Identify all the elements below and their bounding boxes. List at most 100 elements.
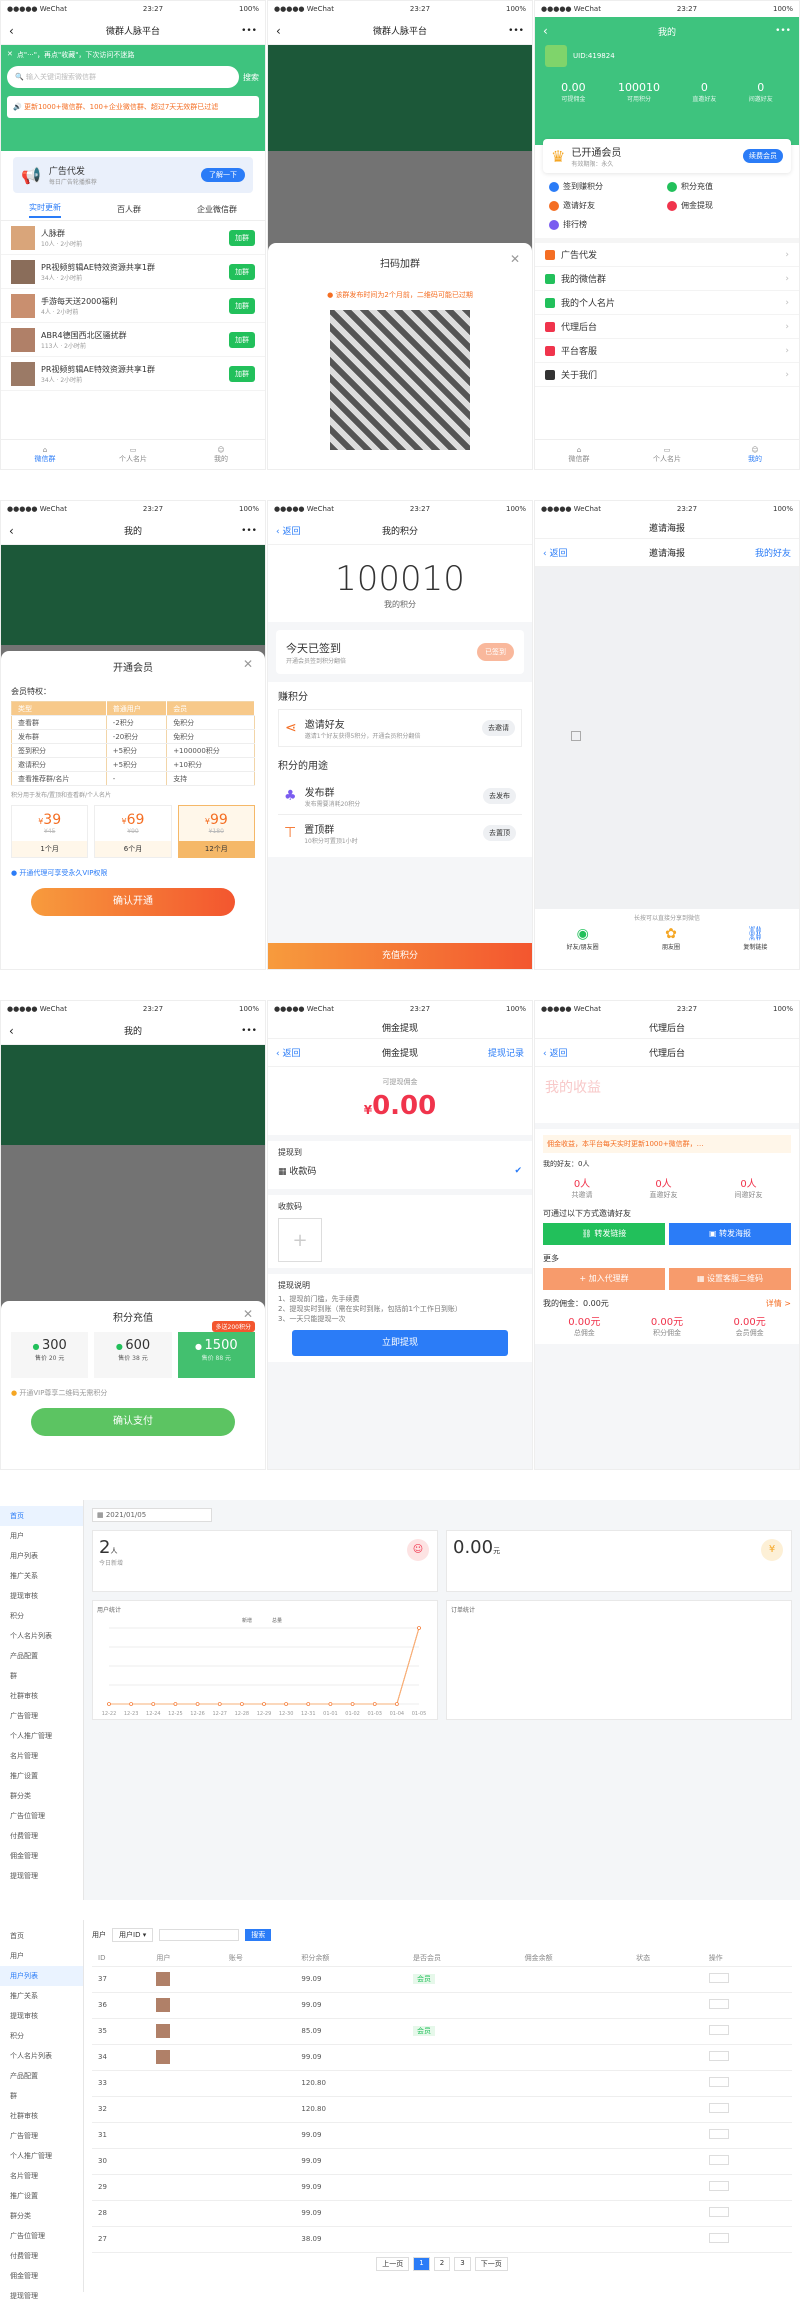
set-qr-button[interactable]: ▦ 设置客服二维码: [669, 1268, 791, 1290]
menu-item[interactable]: 平台客服 ›: [535, 339, 799, 363]
back-icon[interactable]: ‹: [543, 24, 548, 38]
my-friends-link[interactable]: 我的好友: [755, 546, 791, 559]
list-item[interactable]: PR视频剪辑AE特效资源共享1群 34人 · 2小时前 加群: [1, 255, 265, 289]
sidebar-item[interactable]: 群分类: [0, 2206, 83, 2226]
close-icon[interactable]: ✕: [510, 252, 520, 266]
share-poster-button[interactable]: ▣ 转发海报: [669, 1223, 791, 1245]
join-button[interactable]: 加群: [229, 229, 255, 246]
recharge-option[interactable]: ● 1500 售价 88 元: [177, 1332, 255, 1378]
top-button[interactable]: 去置顶: [483, 825, 516, 841]
sidebar-item[interactable]: 产品配置: [0, 2066, 83, 2086]
sidebar-item[interactable]: 用户: [0, 1946, 83, 1966]
sidebar-item[interactable]: 佣金管理: [0, 2266, 83, 2286]
share-copy-link[interactable]: ⛓ 复制链接: [743, 926, 767, 951]
sidebar-item[interactable]: 推广关系: [0, 1566, 83, 1586]
sidebar-item[interactable]: 首页: [0, 1926, 83, 1946]
details-link[interactable]: 详情 >: [766, 1298, 791, 1309]
sidebar-item[interactable]: 用户: [0, 1526, 83, 1546]
search-input[interactable]: 🔍 输入关键词搜索微信群: [7, 66, 239, 88]
tab-realtime[interactable]: 实时更新: [29, 202, 61, 218]
back-link[interactable]: ‹ 返回: [543, 546, 567, 559]
grid-item[interactable]: 邀请好友: [549, 200, 667, 211]
back-icon[interactable]: ‹: [9, 24, 14, 38]
agree[interactable]: ● 开通代理可享受永久VIP权限: [11, 868, 255, 878]
sidebar-item[interactable]: 社群审核: [0, 1686, 83, 1706]
sidebar-item[interactable]: 广告管理: [0, 2126, 83, 2146]
plan-option[interactable]: ¥39 ¥45 1个月: [11, 805, 89, 858]
sidebar-item[interactable]: 个人名片列表: [0, 2046, 83, 2066]
menu-item[interactable]: 我的个人名片 ›: [535, 291, 799, 315]
back-link[interactable]: ‹ 返回: [276, 524, 300, 537]
menu-item[interactable]: 关于我们 ›: [535, 363, 799, 387]
sidebar-item[interactable]: 佣金管理: [0, 1846, 83, 1866]
edit-button[interactable]: [708, 2181, 729, 2191]
recharge-button[interactable]: 充值积分: [268, 943, 532, 969]
invite-button[interactable]: 去邀请: [482, 720, 515, 736]
page-link[interactable]: 2: [433, 2256, 451, 2271]
stat-item[interactable]: 100010 可用积分: [618, 81, 660, 103]
sidebar-item[interactable]: 个人推广管理: [0, 2146, 83, 2166]
ad-banner[interactable]: 📢 广告代发 每日广告轮播推荐 了解一下: [13, 157, 253, 193]
sidebar-item[interactable]: 广告管理: [0, 1706, 83, 1726]
edit-button[interactable]: [708, 2129, 729, 2139]
filter-select[interactable]: 用户ID ▾: [112, 1928, 154, 1942]
sidebar-item[interactable]: 提现管理: [0, 1866, 83, 1886]
list-item[interactable]: ABR4德国西北区骚扰群 113人 · 2小时前 加群: [1, 323, 265, 357]
more-icon[interactable]: •••: [241, 526, 257, 536]
sidebar-item[interactable]: 付费管理: [0, 1826, 83, 1846]
back-icon[interactable]: ‹: [276, 24, 281, 38]
withdraw-button[interactable]: 立即提现: [292, 1330, 508, 1356]
page-link[interactable]: 下一页: [474, 2256, 508, 2271]
back-link[interactable]: ‹ 返回: [543, 1046, 567, 1059]
page-link[interactable]: 上一页: [376, 2256, 410, 2271]
sidebar-item[interactable]: 用户列表: [0, 1546, 83, 1566]
sidebar-item[interactable]: 社群审核: [0, 2106, 83, 2126]
share-wechat[interactable]: ◉ 好友/朋友圈: [567, 926, 599, 951]
avatar[interactable]: [545, 45, 567, 67]
vip-card[interactable]: ♛ 已开通会员 有效期限：永久 续费会员: [543, 139, 791, 173]
edit-button[interactable]: [708, 2233, 729, 2243]
sidebar-item[interactable]: 付费管理: [0, 2246, 83, 2266]
sidebar-item[interactable]: 提现管理: [0, 2286, 83, 2306]
stat-item[interactable]: 0 直邀好友: [692, 81, 716, 103]
join-button[interactable]: 加群: [229, 365, 255, 382]
tab-enterprise[interactable]: 企业微信群: [197, 204, 237, 215]
sidebar-item[interactable]: 群: [0, 1666, 83, 1686]
tab-hundred[interactable]: 百人群: [117, 204, 141, 215]
join-agent-button[interactable]: + 加入代理群: [543, 1268, 665, 1290]
close-icon[interactable]: ✕: [243, 657, 253, 671]
back-icon[interactable]: ‹: [9, 1024, 14, 1038]
sidebar-item[interactable]: 群: [0, 2086, 83, 2106]
back-link[interactable]: ‹ 返回: [276, 1046, 300, 1059]
grid-item[interactable]: 佣金提现: [667, 200, 785, 211]
back-icon[interactable]: ‹: [9, 524, 14, 538]
sidebar-item[interactable]: 广告位管理: [0, 1806, 83, 1826]
recharge-option[interactable]: ● 300 售价 20 元: [11, 1332, 89, 1378]
signed-button[interactable]: 已签到: [477, 643, 514, 661]
sidebar-item[interactable]: 推广关系: [0, 1986, 83, 2006]
join-button[interactable]: 加群: [229, 297, 255, 314]
grid-item[interactable]: 积分充值: [667, 181, 785, 192]
date-picker[interactable]: ▦ 2021/01/05: [92, 1508, 212, 1522]
page-link[interactable]: 1: [413, 2256, 430, 2271]
tab-mine[interactable]: ☺ 我的: [711, 440, 799, 469]
sidebar-item[interactable]: 名片管理: [0, 1746, 83, 1766]
list-item[interactable]: PR视频剪辑AE特效资源共享1群 34人 · 2小时前 加群: [1, 357, 265, 391]
tab-cards[interactable]: ▭ 个人名片: [89, 440, 177, 469]
sidebar-item[interactable]: 个人名片列表: [0, 1626, 83, 1646]
join-button[interactable]: 加群: [229, 331, 255, 348]
close-icon[interactable]: ✕: [7, 50, 13, 60]
edit-button[interactable]: [708, 1999, 729, 2009]
list-item[interactable]: 手游每天送2000福利 4人 · 2小时前 加群: [1, 289, 265, 323]
sidebar-item[interactable]: 广告位管理: [0, 2226, 83, 2246]
plan-option[interactable]: ¥99 ¥180 12个月: [177, 805, 255, 858]
stat-item[interactable]: 0 间邀好友: [749, 81, 773, 103]
plan-option[interactable]: ¥69 ¥90 6个月: [94, 805, 172, 858]
publish-button[interactable]: 去发布: [483, 788, 516, 804]
sidebar-item[interactable]: 积分: [0, 2026, 83, 2046]
edit-button[interactable]: [708, 2025, 729, 2035]
filter-input[interactable]: [159, 1929, 240, 1941]
confirm-button[interactable]: 确认开通: [31, 888, 235, 916]
more-icon[interactable]: •••: [241, 26, 257, 36]
edit-button[interactable]: [708, 2077, 729, 2087]
